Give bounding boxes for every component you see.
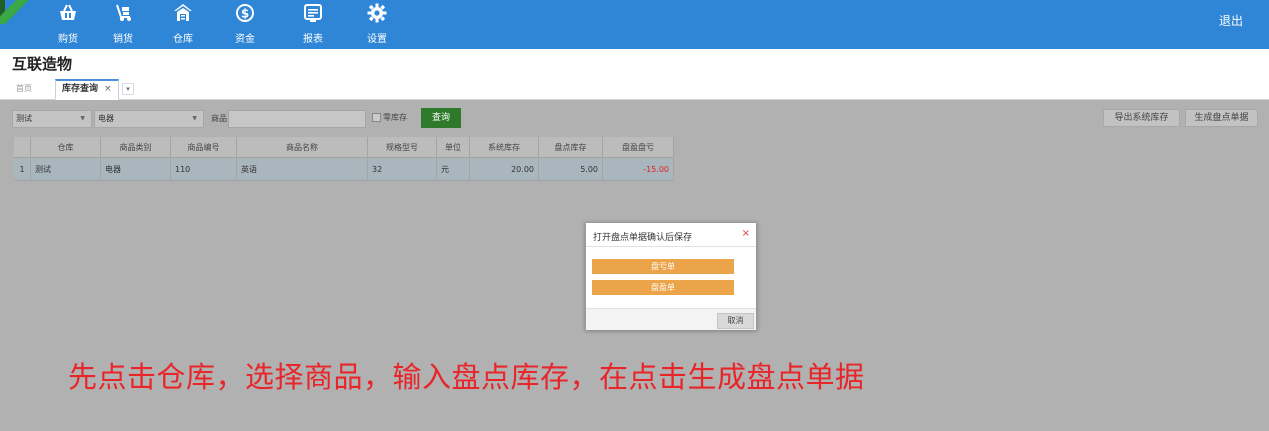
tab-home[interactable]: 首页 <box>16 83 32 94</box>
nav-item-warehouse[interactable]: 仓库 <box>158 0 208 49</box>
header-cell: 商品编号 <box>171 137 237 158</box>
generate-stocktake-button[interactable]: 生成盘点单据 <box>1185 109 1258 127</box>
nav-item-funds[interactable]: $ 资金 <box>220 0 270 49</box>
nav-item-purchase[interactable]: 购货 <box>43 0 93 49</box>
category-select-value: 电器 <box>98 114 114 123</box>
header-cell: 商品名称 <box>237 137 368 158</box>
chevron-down-icon[interactable]: ▾ <box>122 83 134 95</box>
table-header: 仓库 商品类别 商品编号 商品名称 规格型号 单位 系统库存 盘点库存 盘盈盘亏 <box>14 137 674 158</box>
header-cell: 盘盈盘亏 <box>603 137 674 158</box>
header-cell: 商品类别 <box>101 137 171 158</box>
nav-item-sales[interactable]: 销货 <box>98 0 148 49</box>
report-icon <box>304 4 322 22</box>
cell-unit: 元 <box>437 159 470 180</box>
hand-truck-icon <box>116 4 131 21</box>
tab-bar: 首页 库存查询 × ▾ <box>0 78 1269 100</box>
tab-inventory-query[interactable]: 库存查询 × <box>55 79 119 100</box>
basket-icon <box>60 4 76 20</box>
warehouse-icon <box>174 4 192 21</box>
header-rownum <box>14 137 31 158</box>
cancel-button[interactable]: 取消 <box>717 313 754 329</box>
row-number: 1 <box>14 159 31 180</box>
nav-item-label: 销货 <box>113 34 133 45</box>
cell-system-stock: 20.00 <box>470 159 539 180</box>
header-cell: 盘点库存 <box>539 137 603 158</box>
dollar-icon: $ <box>236 4 254 22</box>
goods-input[interactable] <box>228 110 366 128</box>
cell-warehouse[interactable]: 测试 <box>31 159 101 180</box>
gear-icon <box>367 3 387 23</box>
chevron-down-icon: ▼ <box>80 115 85 122</box>
top-nav-bar: 购货 销货 仓库 $ 资金 报表 设置 退出 <box>0 0 1269 49</box>
nav-item-label: 资金 <box>235 34 255 45</box>
ribbon-band <box>0 0 34 24</box>
nav-item-label: 仓库 <box>173 34 193 45</box>
close-icon[interactable]: × <box>742 228 750 239</box>
query-toolbar: 测试 ▼ 电器 ▼ 商品: 零库存 查询 导出系统库存 生成盘点单据 <box>0 100 1269 134</box>
nav-item-label: 购货 <box>58 34 78 45</box>
query-button[interactable]: 查询 <box>421 108 461 128</box>
corner-ribbon-badge <box>0 0 34 24</box>
header-cell: 系统库存 <box>470 137 539 158</box>
header-cell: 单位 <box>437 137 470 158</box>
tab-label: 库存查询 <box>62 84 99 94</box>
chevron-down-icon: ▼ <box>192 115 197 122</box>
cell-spec: 32 <box>368 159 437 180</box>
logout-link[interactable]: 退出 <box>1219 12 1243 29</box>
modal-overlay: 测试 ▼ 电器 ▼ 商品: 零库存 查询 导出系统库存 生成盘点单据 仓库 商品… <box>0 100 1269 431</box>
export-system-stock-button[interactable]: 导出系统库存 <box>1103 109 1180 127</box>
header-cell: 仓库 <box>31 137 101 158</box>
nav-item-reports[interactable]: 报表 <box>288 0 338 49</box>
cell-goods-code: 110 <box>171 159 237 180</box>
stocktake-dialog: 打开盘点单据确认后保存 × 盘亏单 盘盈单 取消 <box>585 222 757 330</box>
dialog-divider <box>586 246 756 247</box>
header-cell: 规格型号 <box>368 137 437 158</box>
nav-item-label: 报表 <box>303 34 323 45</box>
table-row[interactable]: 1 测试 电器 110 英语 32 元 20.00 5.00 -15.00 <box>14 159 674 181</box>
page-title: 互联造物 <box>12 55 73 73</box>
dialog-title: 打开盘点单据确认后保存 <box>593 233 693 243</box>
inventory-gain-button[interactable]: 盘盈单 <box>592 280 734 295</box>
cell-category: 电器 <box>101 159 171 180</box>
zero-stock-label: 零库存 <box>383 113 407 122</box>
nav-item-settings[interactable]: 设置 <box>352 0 402 49</box>
instruction-annotation: 先点击仓库，选择商品，输入盘点库存，在点击生成盘点单据 <box>68 360 865 394</box>
zero-stock-checkbox[interactable] <box>372 113 381 122</box>
cell-profit-loss: -15.00 <box>603 159 674 180</box>
inventory-loss-button[interactable]: 盘亏单 <box>592 259 734 274</box>
cell-counted-stock[interactable]: 5.00 <box>539 159 603 180</box>
dialog-footer: 取消 <box>586 308 756 330</box>
warehouse-select-value: 测试 <box>16 114 32 123</box>
close-icon[interactable]: × <box>104 84 112 94</box>
goods-label: 商品: <box>211 114 230 123</box>
warehouse-select[interactable]: 测试 ▼ <box>12 110 92 128</box>
category-select[interactable]: 电器 ▼ <box>94 110 204 128</box>
nav-item-label: 设置 <box>367 34 387 45</box>
svg-text:$: $ <box>241 7 249 21</box>
cell-goods-name: 英语 <box>237 159 368 180</box>
